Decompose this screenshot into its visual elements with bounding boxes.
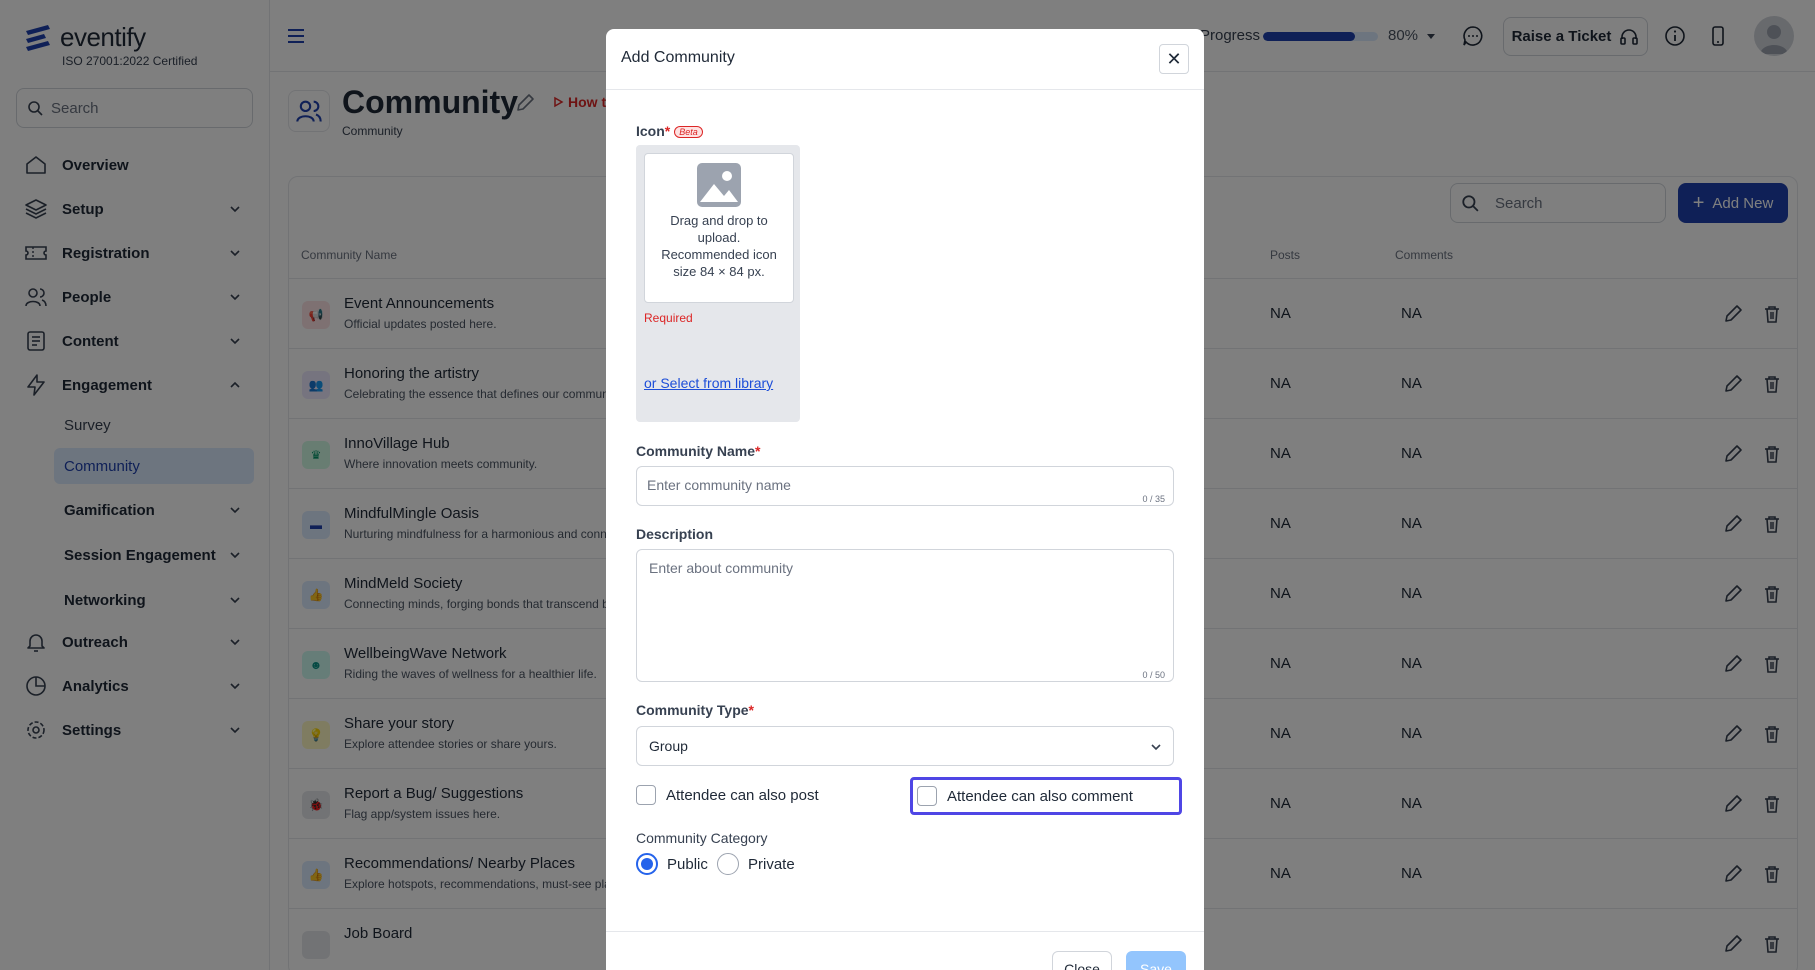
select-from-library-link[interactable]: or Select from library xyxy=(644,373,784,394)
modal-title: Add Community xyxy=(621,49,735,66)
community-type-label: Community Type* xyxy=(636,702,754,718)
desc-char-counter: 0 / 50 xyxy=(1142,670,1165,680)
community-name-label: Community Name* xyxy=(636,443,760,459)
modal-header: Add Community ✕ xyxy=(606,29,1204,90)
modal-footer-divider xyxy=(606,931,1204,932)
community-type-value: Group xyxy=(649,738,688,754)
icon-upload-area: Drag and drop to upload. Recommended ico… xyxy=(636,145,800,422)
radio-circle[interactable] xyxy=(717,853,739,875)
description-textarea[interactable] xyxy=(649,560,1161,624)
category-public-radio[interactable]: Public xyxy=(636,853,708,875)
attendee-comment-checkbox[interactable]: Attendee can also comment xyxy=(910,777,1182,815)
community-name-label-text: Community Name xyxy=(636,443,756,459)
close-button[interactable]: Close xyxy=(1052,951,1112,970)
close-icon: ✕ xyxy=(1166,48,1182,69)
community-type-label-text: Community Type xyxy=(636,702,749,718)
required-asterisk: * xyxy=(664,123,671,139)
description-field[interactable]: 0 / 50 xyxy=(636,549,1174,682)
modal-close-button[interactable]: ✕ xyxy=(1159,44,1189,74)
private-label: Private xyxy=(748,855,795,873)
community-category-label: Community Category xyxy=(636,830,768,846)
checkbox-box[interactable] xyxy=(636,785,656,805)
radio-circle[interactable] xyxy=(636,853,658,875)
category-private-radio[interactable]: Private xyxy=(717,853,795,875)
attendee-post-label: Attendee can also post xyxy=(666,786,819,804)
save-button[interactable]: Save xyxy=(1126,951,1186,970)
attendee-comment-label: Attendee can also comment xyxy=(947,787,1133,805)
required-asterisk: * xyxy=(748,702,754,718)
description-label: Description xyxy=(636,526,714,542)
required-asterisk: * xyxy=(755,443,761,459)
image-placeholder-icon xyxy=(697,163,741,207)
dropzone-text: Drag and drop to upload. Recommended ico… xyxy=(661,213,777,279)
attendee-post-checkbox[interactable]: Attendee can also post xyxy=(636,785,819,805)
name-char-counter: 0 / 35 xyxy=(1142,494,1165,504)
community-type-select[interactable]: Group xyxy=(636,726,1174,766)
icon-dropzone[interactable]: Drag and drop to upload. Recommended ico… xyxy=(644,153,794,303)
community-name-input[interactable] xyxy=(647,477,1163,493)
public-label: Public xyxy=(667,855,708,873)
required-error: Required xyxy=(644,311,693,325)
icon-label: Icon* Beta xyxy=(636,123,703,139)
chevron-down-icon xyxy=(1151,744,1161,751)
beta-badge: Beta xyxy=(674,126,703,139)
community-name-field[interactable]: 0 / 35 xyxy=(636,466,1174,506)
add-community-modal: Add Community ✕ Icon* Beta Drag and drop … xyxy=(606,29,1204,970)
icon-label-text: Icon xyxy=(636,123,665,139)
checkbox-box[interactable] xyxy=(917,786,937,806)
